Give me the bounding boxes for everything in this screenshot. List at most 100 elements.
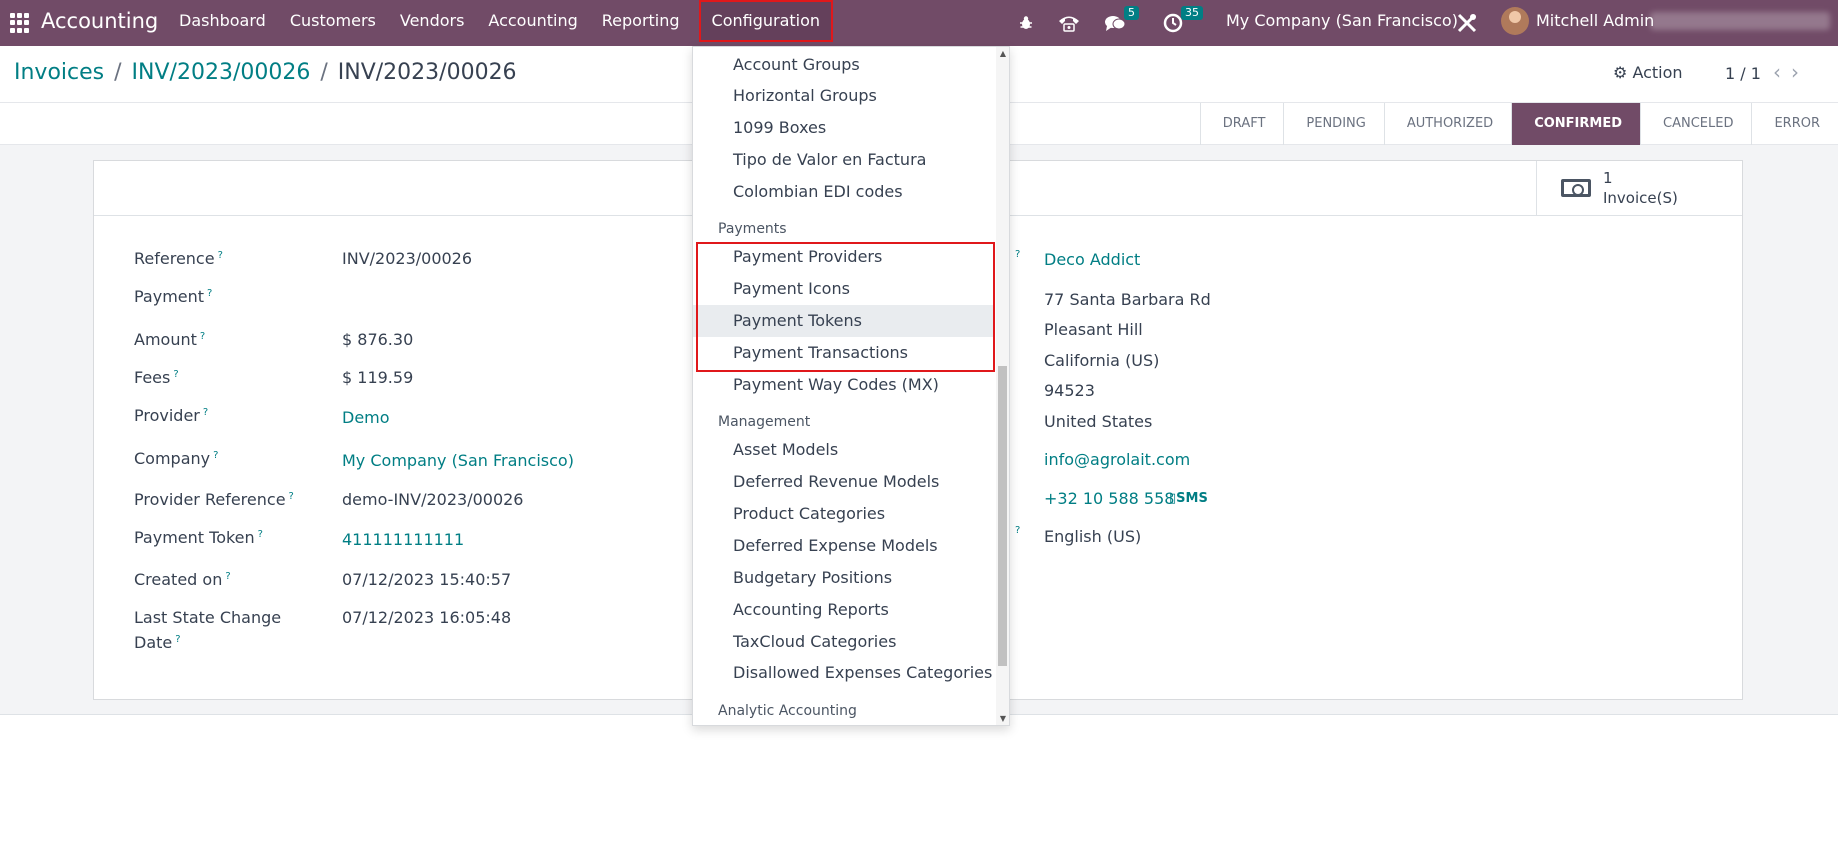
app-name[interactable]: Accounting (41, 9, 158, 33)
scroll-up-icon[interactable]: ▲ (1000, 49, 1006, 58)
menu-item-tipo-de-valor[interactable]: Tipo de Valor en Factura (693, 144, 995, 176)
state-draft[interactable]: DRAFT (1199, 103, 1284, 145)
menu-item-1099-boxes[interactable]: 1099 Boxes (693, 112, 995, 144)
breadcrumb-invoices[interactable]: Invoices (14, 60, 104, 85)
invoice-count: 1 (1603, 169, 1613, 187)
phone-icon[interactable] (1058, 0, 1080, 46)
value-fees: $ 119.59 (342, 368, 414, 387)
help-icon: ? (1015, 249, 1021, 260)
value-state: California (US) (1044, 351, 1160, 370)
help-icon: ? (213, 449, 219, 461)
label-provider-reference: Provider Reference? (134, 490, 294, 509)
invoices-smart-button[interactable]: 1 Invoice(S) (1536, 161, 1742, 216)
value-provider[interactable]: Demo (342, 408, 390, 427)
menu-configuration[interactable]: Configuration (698, 0, 834, 42)
help-icon: ? (175, 633, 181, 645)
value-amount: $ 876.30 (342, 330, 414, 349)
help-icon: ? (199, 330, 206, 342)
label-amount: Amount? (134, 330, 206, 349)
value-partner[interactable]: Deco Addict (1044, 250, 1140, 269)
value-country: United States (1044, 412, 1153, 431)
menu-item-account-groups[interactable]: Account Groups (693, 49, 995, 81)
menu-item-asset-models[interactable]: Asset Models (693, 434, 995, 466)
label-last-state-change: Last State Change (134, 608, 282, 627)
value-language: English (US) (1044, 527, 1142, 546)
label-last-state-change-date: Date? (134, 633, 181, 652)
state-error[interactable]: ERROR (1751, 103, 1838, 145)
menu-customers[interactable]: Customers (278, 1, 388, 41)
pager-value[interactable]: 1 / 1 (1725, 64, 1761, 83)
action-button[interactable]: ⚙ Action (1613, 63, 1683, 82)
label-fees: Fees? (134, 368, 179, 387)
value-email[interactable]: info@agrolait.com (1044, 450, 1190, 469)
gear-icon: ⚙ (1613, 63, 1628, 82)
top-navbar: Accounting Dashboard Customers Vendors A… (0, 0, 1838, 46)
menu-dashboard[interactable]: Dashboard (167, 1, 278, 41)
menu-reporting[interactable]: Reporting (590, 1, 692, 41)
invoice-label: Invoice(S) (1603, 189, 1678, 207)
menu-item-colombian-edi[interactable]: Colombian EDI codes (693, 176, 995, 208)
label-payment-token: Payment Token? (134, 528, 263, 547)
section-management: Management (718, 414, 811, 430)
chat-badge: 5 (1124, 6, 1139, 20)
sms-button[interactable]: ▯SMS (1169, 491, 1208, 506)
menu-item-disallowed-expenses[interactable]: Disallowed Expenses Categories (693, 657, 995, 689)
clock-icon[interactable] (1163, 0, 1183, 46)
apps-grid-icon[interactable] (10, 13, 30, 33)
label-payment: Payment? (134, 287, 213, 306)
menu-accounting[interactable]: Accounting (476, 1, 589, 41)
help-icon: ? (173, 368, 179, 380)
help-icon: ? (217, 249, 223, 261)
value-zip: 94523 (1044, 381, 1095, 400)
help-icon: ? (257, 528, 263, 540)
dropdown-scrollbar[interactable]: ▲ ▼ (996, 47, 1009, 725)
action-label: Action (1632, 63, 1683, 82)
activity-badge: 35 (1181, 6, 1203, 20)
highlight-box (696, 242, 995, 372)
tools-icon[interactable] (1456, 0, 1478, 46)
value-reference: INV/2023/00026 (342, 249, 473, 268)
value-payment-token[interactable]: 411111111111 (342, 530, 464, 549)
label-provider: Provider? (134, 406, 209, 425)
chevron-left-icon[interactable]: ‹ (1773, 60, 1791, 84)
value-company[interactable]: My Company (San Francisco) (342, 451, 574, 470)
value-created-on: 07/12/2023 15:40:57 (342, 570, 512, 589)
state-confirmed[interactable]: CONFIRMED (1511, 103, 1640, 145)
state-authorized[interactable]: AUTHORIZED (1383, 103, 1511, 145)
menu-vendors[interactable]: Vendors (388, 1, 477, 41)
chevron-right-icon[interactable]: › (1791, 60, 1809, 84)
menu-item-deferred-revenue-models[interactable]: Deferred Revenue Models (693, 466, 995, 498)
menu-item-product-categories[interactable]: Product Categories (693, 498, 995, 530)
company-switcher[interactable]: My Company (San Francisco) (1226, 11, 1458, 30)
breadcrumb-current: INV/2023/00026 (337, 60, 517, 85)
pager-arrows: ‹› (1773, 60, 1809, 84)
scrollbar-thumb[interactable] (998, 366, 1007, 666)
value-street: 77 Santa Barbara Rd (1044, 290, 1211, 309)
chat-icon[interactable] (1104, 0, 1126, 46)
breadcrumb-invoice-parent[interactable]: INV/2023/00026 (132, 60, 311, 85)
help-icon: ? (225, 570, 231, 582)
money-icon (1561, 179, 1591, 197)
avatar[interactable] (1501, 7, 1529, 35)
breadcrumb: Invoices / INV/2023/00026 / INV/2023/00026 (14, 60, 517, 85)
state-canceled[interactable]: CANCELED (1640, 103, 1751, 145)
value-city: Pleasant Hill (1044, 320, 1143, 339)
label-company: Company? (134, 449, 219, 468)
configuration-dropdown: Account Groups Horizontal Groups 1099 Bo… (692, 46, 1010, 726)
help-icon: ? (202, 406, 209, 418)
menu-item-taxcloud-categories[interactable]: TaxCloud Categories (693, 626, 995, 658)
value-phone[interactable]: +32 10 588 558 (1044, 489, 1174, 508)
menu-item-deferred-expense-models[interactable]: Deferred Expense Models (693, 530, 995, 562)
value-provider-reference: demo-INV/2023/00026 (342, 490, 524, 509)
user-menu[interactable]: Mitchell Admin (1536, 11, 1654, 30)
menu-item-budgetary-positions[interactable]: Budgetary Positions (693, 562, 995, 594)
state-pending[interactable]: PENDING (1283, 103, 1383, 145)
menu-item-accounting-reports[interactable]: Accounting Reports (693, 594, 995, 626)
bug-icon[interactable] (1018, 0, 1034, 46)
status-steps: DRAFT PENDING AUTHORIZED CONFIRMED CANCE… (1199, 103, 1838, 146)
main-menu: Dashboard Customers Vendors Accounting R… (167, 0, 834, 46)
scroll-down-icon[interactable]: ▼ (1000, 714, 1006, 723)
menu-item-payment-way-codes[interactable]: Payment Way Codes (MX) (693, 369, 995, 401)
breadcrumb-separator: / (114, 60, 122, 85)
menu-item-horizontal-groups[interactable]: Horizontal Groups (693, 80, 995, 112)
